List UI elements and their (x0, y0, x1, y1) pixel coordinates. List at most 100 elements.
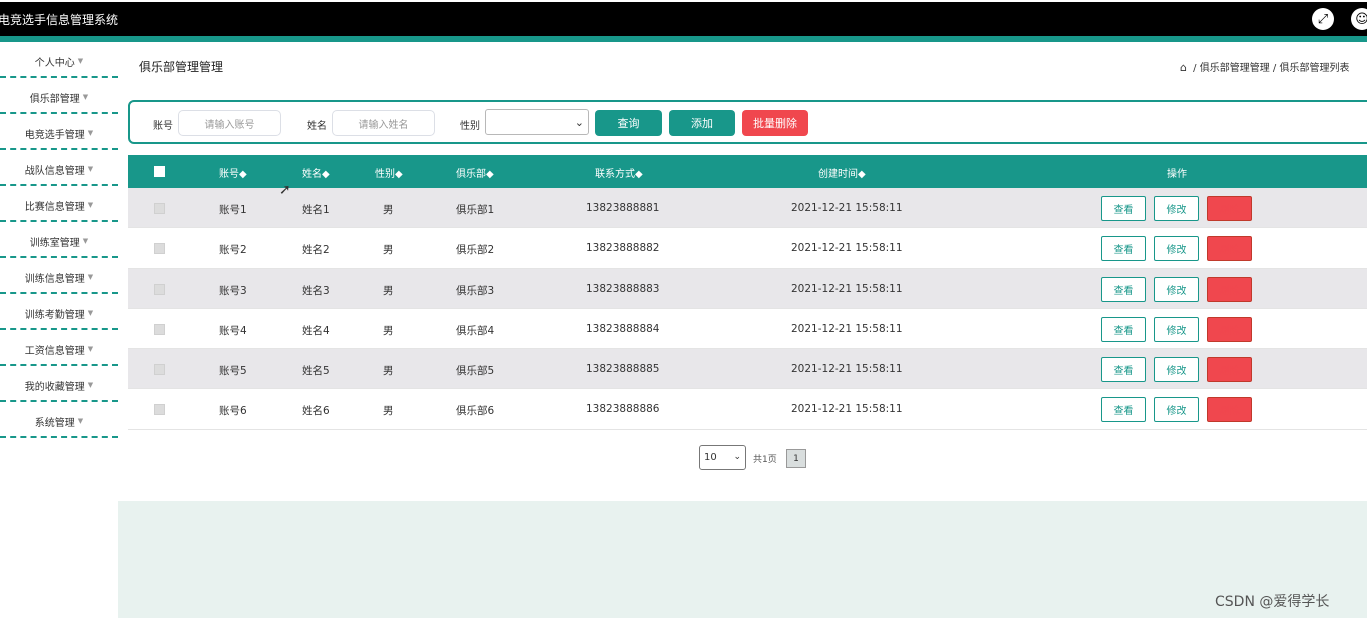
delete-button[interactable]: 删除 (1207, 316, 1252, 342)
footer-area (118, 501, 1367, 618)
add-button[interactable]: 添加 (669, 110, 735, 136)
sidebar-item-label: 个人中心 (34, 57, 75, 69)
view-button[interactable]: 查看 (1101, 276, 1146, 302)
col-club[interactable]: 俱乐部◆ (456, 165, 494, 180)
cell-club: 俱乐部5 (456, 365, 495, 378)
table-row: 账号1 姓名1 男 俱乐部1 13823888881 2021-12-21 15:58:1… (128, 188, 1367, 229)
table-header: 账号◆ 姓名◆ 性别◆ 俱乐部◆ 联系方式◆ 创建时间◆ 操作 (128, 155, 1367, 188)
account-label: 账号 (153, 121, 173, 132)
table-row: 账号5 姓名5 男 俱乐部5 13823888885 2021-12-21 15:58:1… (128, 349, 1367, 390)
cell-gender: 男 (383, 284, 394, 297)
row-checkbox[interactable] (154, 203, 165, 214)
caret-down-icon: ▼ (87, 309, 94, 317)
cell-phone: 13823888882 (586, 242, 660, 255)
sidebar-item-attendance[interactable]: 训练考勤管理 ▼ (0, 294, 118, 330)
cell-account: 账号6 (219, 405, 247, 418)
cell-club: 俱乐部1 (456, 204, 495, 216)
sidebar-item-profile[interactable]: 个人中心 ▼ (0, 42, 118, 78)
sidebar-item-system[interactable]: 系统管理 ▼ (0, 402, 118, 438)
sidebar-item-label: 工资信息管理 (24, 345, 85, 357)
breadcrumb-sep: / (1272, 63, 1277, 74)
view-button[interactable]: 查看 (1101, 397, 1146, 423)
edit-button[interactable]: 修改 (1154, 357, 1199, 383)
total-pages-label: 共1页 (753, 455, 777, 465)
sidebar-item-team[interactable]: 战队信息管理 ▼ (0, 150, 118, 186)
sidebar-item-favorites[interactable]: 我的收藏管理 ▼ (0, 366, 118, 402)
account-input[interactable]: 请输入账号 (178, 110, 281, 136)
delete-button[interactable]: 删除 (1207, 236, 1252, 262)
app-title: 电竞选手信息管理系统 (0, 13, 119, 27)
cell-account: 账号1 (219, 204, 247, 216)
caret-down-icon: ▼ (87, 129, 94, 137)
col-phone[interactable]: 联系方式◆ (595, 165, 643, 180)
sidebar-item-label: 战队信息管理 (24, 165, 85, 177)
edit-button[interactable]: 修改 (1154, 397, 1199, 423)
cell-phone: 13823888883 (586, 282, 660, 295)
cell-club: 俱乐部3 (456, 284, 495, 297)
sidebar-item-match[interactable]: 比赛信息管理 ▼ (0, 186, 118, 222)
cell-name: 姓名4 (302, 324, 330, 337)
cell-gender: 男 (383, 405, 394, 418)
cell-gender: 男 (383, 204, 394, 216)
sidebar-item-player[interactable]: 电竞选手管理 ▼ (0, 114, 118, 150)
caret-down-icon: ▼ (87, 381, 94, 389)
select-all-checkbox[interactable] (154, 166, 165, 177)
row-checkbox[interactable] (154, 283, 165, 295)
delete-button[interactable]: 删除 (1207, 397, 1252, 423)
row-checkbox[interactable] (154, 364, 165, 376)
cell-created: 2021-12-21 15:58:11 (791, 322, 903, 335)
table-body: 账号1 姓名1 男 俱乐部1 13823888881 2021-12-21 15:58:1… (128, 188, 1367, 430)
col-gender[interactable]: 性别◆ (375, 165, 403, 180)
row-checkbox[interactable] (154, 323, 165, 335)
page-size-select[interactable]: 10 ⌄ (699, 445, 746, 470)
cell-name: 姓名6 (302, 405, 330, 418)
caret-down-icon: ▼ (87, 345, 94, 353)
edit-button[interactable]: 修改 (1154, 316, 1199, 342)
home-icon[interactable]: ⌂ (1180, 61, 1187, 74)
search-panel: 账号 请输入账号 姓名 请输入姓名 性别 ⌄ 查询 添加 批量删除 (128, 100, 1367, 144)
sidebar-item-salary[interactable]: 工资信息管理 ▼ (0, 330, 118, 366)
cell-created: 2021-12-21 15:58:11 (791, 242, 903, 255)
edit-button[interactable]: 修改 (1154, 236, 1199, 262)
edit-button[interactable]: 修改 (1154, 196, 1199, 221)
table-row: 账号4 姓名4 男 俱乐部4 13823888884 2021-12-21 15:58:1… (128, 308, 1367, 350)
view-button[interactable]: 查看 (1101, 196, 1146, 221)
sidebar-item-training-room[interactable]: 训练室管理 ▼ (0, 222, 118, 258)
user-icon[interactable]: ☺ (1351, 8, 1367, 30)
breadcrumb-item-manage[interactable]: 俱乐部管理管理 (1200, 63, 1270, 74)
query-button[interactable]: 查询 (595, 110, 662, 136)
page-size-value: 10 (704, 452, 717, 463)
expand-icon[interactable]: ⤢ (1312, 8, 1334, 30)
caret-down-icon: ▼ (82, 93, 89, 101)
cell-phone: 13823888885 (586, 363, 660, 376)
cell-phone: 13823888884 (586, 322, 660, 335)
batch-delete-button[interactable]: 批量删除 (742, 110, 808, 136)
caret-down-icon: ▼ (87, 273, 94, 281)
col-created[interactable]: 创建时间◆ (818, 165, 866, 180)
sidebar-item-label: 训练信息管理 (24, 273, 85, 285)
delete-button[interactable]: 删除 (1207, 357, 1252, 383)
breadcrumb: ⌂ / 俱乐部管理管理 / 俱乐部管理列表 (1180, 59, 1349, 74)
sidebar-item-club[interactable]: 俱乐部管理 ▼ (0, 78, 118, 114)
cell-gender: 男 (383, 244, 394, 257)
col-name[interactable]: 姓名◆ (302, 165, 330, 180)
data-table: 账号◆ 姓名◆ 性别◆ 俱乐部◆ 联系方式◆ 创建时间◆ 操作 账号1 姓名1 男俱… (128, 155, 1367, 430)
col-account[interactable]: 账号◆ (219, 165, 247, 180)
page-number-button[interactable]: 1 (786, 449, 806, 468)
sidebar: 个人中心 ▼ 俱乐部管理 ▼ 电竞选手管理 ▼ 战队信息管理 ▼ 比赛信息管理 ▼ 训练室管理 ▼ 训练… (0, 42, 118, 438)
gender-select[interactable]: ⌄ (485, 109, 589, 135)
view-button[interactable]: 查看 (1101, 236, 1146, 262)
delete-button[interactable]: 删除 (1207, 276, 1252, 302)
view-button[interactable]: 查看 (1101, 357, 1146, 383)
delete-button[interactable]: 删除 (1207, 196, 1252, 221)
sidebar-item-training-info[interactable]: 训练信息管理 ▼ (0, 258, 118, 294)
view-button[interactable]: 查看 (1101, 316, 1146, 342)
breadcrumb-sep: / (1193, 63, 1197, 74)
caret-down-icon: ▼ (77, 417, 84, 425)
cell-created: 2021-12-21 15:58:11 (791, 363, 903, 376)
edit-button[interactable]: 修改 (1154, 276, 1199, 302)
row-checkbox[interactable] (154, 243, 165, 255)
row-checkbox[interactable] (154, 404, 165, 416)
chevron-down-icon: ⌄ (733, 452, 741, 462)
name-input[interactable]: 请输入姓名 (332, 110, 435, 136)
